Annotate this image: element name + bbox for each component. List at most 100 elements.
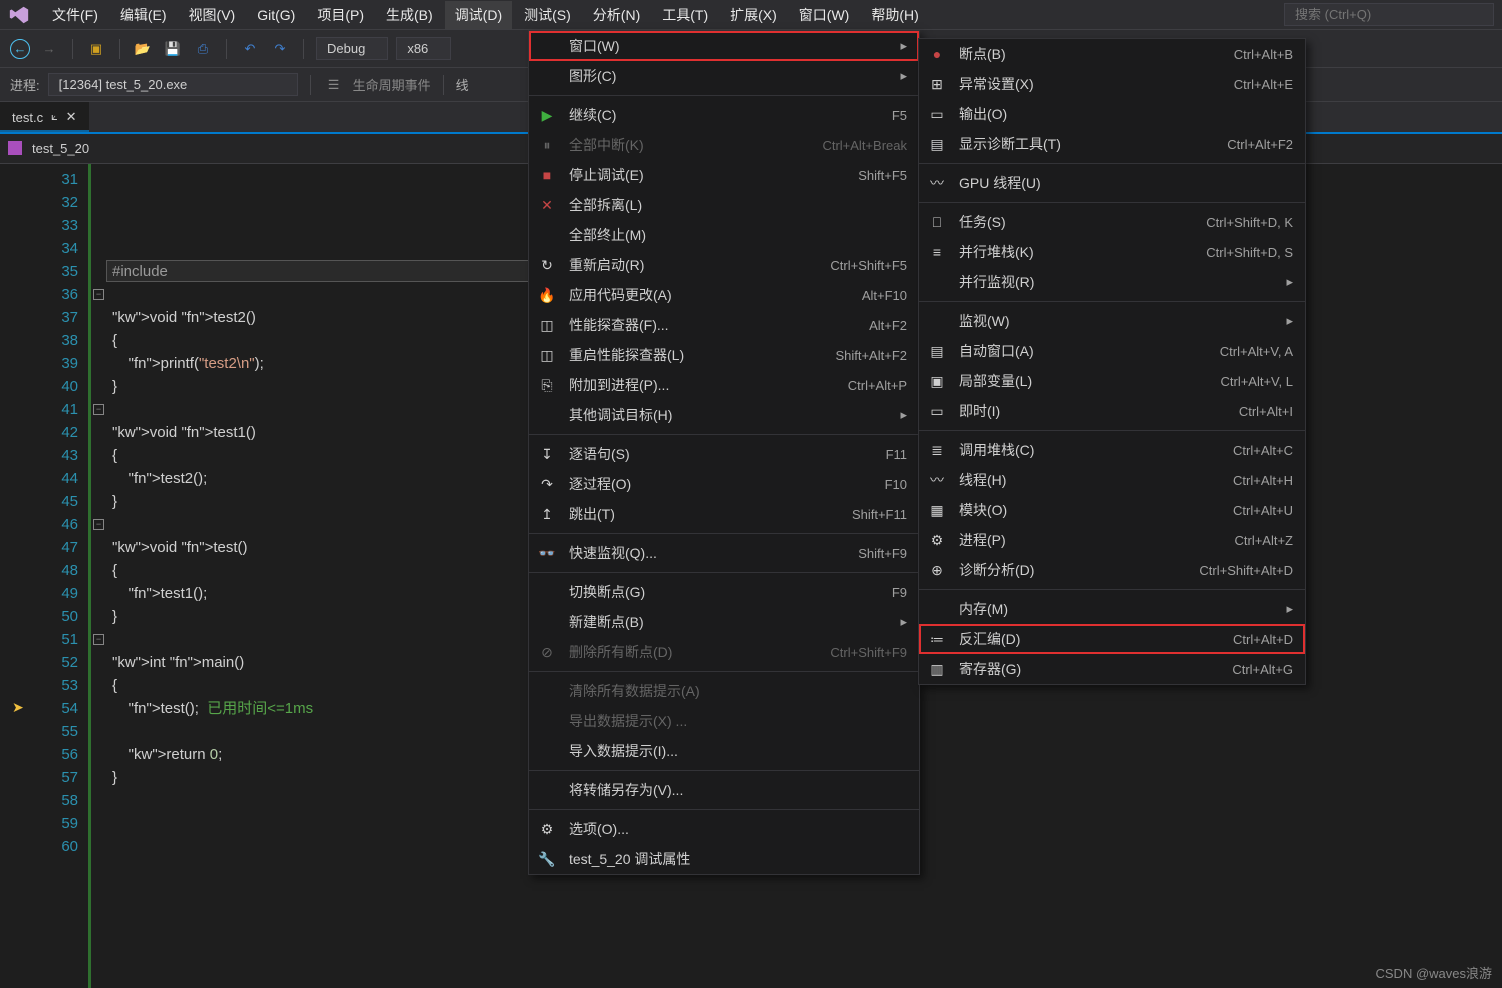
menu-item-新建断点b[interactable]: 新建断点(B)▸ (529, 607, 919, 637)
process-dropdown[interactable]: [12364] test_5_20.exe (48, 73, 298, 96)
menu-item-label: 反汇编(D) (959, 629, 1191, 649)
menu-item-模块o[interactable]: ▦模块(O)Ctrl+Alt+U (919, 495, 1305, 525)
menu-item-调用堆栈c[interactable]: ≣调用堆栈(C)Ctrl+Alt+C (919, 435, 1305, 465)
menu-item-icon: ↻ (537, 257, 557, 274)
menu-item-shortcut: Ctrl+Alt+V, L (1220, 374, 1293, 389)
menu-item-并行监视r[interactable]: 并行监视(R)▸ (919, 267, 1305, 297)
menu-item-icon: 👓 (537, 545, 557, 562)
fold-toggle[interactable]: − (93, 404, 104, 415)
menu-item-将转储另存为v[interactable]: 将转储另存为(V)... (529, 775, 919, 805)
menu-item-逐语句s[interactable]: ↧逐语句(S)F11 (529, 439, 919, 469)
menu-item-跳出t[interactable]: ↥跳出(T)Shift+F11 (529, 499, 919, 529)
menu-文件[interactable]: 文件(F) (42, 1, 108, 29)
menu-item-内存m[interactable]: 内存(M)▸ (919, 594, 1305, 624)
menu-item-局部变量l[interactable]: ▣局部变量(L)Ctrl+Alt+V, L (919, 366, 1305, 396)
menu-item-label: GPU 线程(U) (959, 173, 1293, 193)
menu-item-其他调试目标h[interactable]: 其他调试目标(H)▸ (529, 400, 919, 430)
menu-git[interactable]: Git(G) (247, 3, 305, 27)
save-icon[interactable]: 💾 (162, 38, 184, 60)
crumb-project[interactable]: test_5_20 (32, 141, 89, 156)
glyph-margin[interactable]: ➤ (0, 164, 40, 988)
menu-item-寄存器g[interactable]: ▥寄存器(G)Ctrl+Alt+G (919, 654, 1305, 684)
menu-item-icon: ▥ (927, 661, 947, 678)
menu-项目[interactable]: 项目(P) (307, 1, 374, 29)
open-icon[interactable]: 📂 (132, 38, 154, 60)
fold-toggle[interactable]: − (93, 634, 104, 645)
menu-item-icon: ◫ (537, 347, 557, 364)
new-project-icon[interactable]: ▣ (85, 38, 107, 60)
menu-item-重新启动r[interactable]: ↻重新启动(R)Ctrl+Shift+F5 (529, 250, 919, 280)
menu-工具[interactable]: 工具(T) (652, 1, 718, 29)
forward-icon[interactable]: → (38, 38, 60, 60)
menu-item-label: 线程(H) (959, 470, 1191, 490)
menu-测试[interactable]: 测试(S) (514, 1, 581, 29)
menu-item-输出o[interactable]: ▭输出(O) (919, 99, 1305, 129)
menu-生成[interactable]: 生成(B) (376, 1, 443, 29)
menu-item-icon: ⊞ (927, 76, 947, 93)
menu-item-即时i[interactable]: ▭即时(I)Ctrl+Alt+I (919, 396, 1305, 426)
search-input[interactable] (1284, 3, 1494, 26)
close-icon[interactable]: ✕ (66, 109, 77, 125)
menu-item-label: 全部拆离(L) (569, 195, 907, 215)
menu-item-线程h[interactable]: 〰线程(H)Ctrl+Alt+H (919, 465, 1305, 495)
menu-item-shortcut: Ctrl+Shift+Alt+D (1199, 563, 1293, 578)
menu-item-停止调试e[interactable]: ■停止调试(E)Shift+F5 (529, 160, 919, 190)
menu-编辑[interactable]: 编辑(E) (110, 1, 177, 29)
redo-icon[interactable]: ↷ (269, 38, 291, 60)
menu-item-自动窗口a[interactable]: ▤自动窗口(A)Ctrl+Alt+V, A (919, 336, 1305, 366)
menu-item-label: 窗口(W) (569, 36, 888, 56)
menu-item-全部拆离l[interactable]: ✕全部拆离(L) (529, 190, 919, 220)
menu-item-断点b[interactable]: ●断点(B)Ctrl+Alt+B (919, 39, 1305, 69)
menu-item-导入数据提示i[interactable]: 导入数据提示(I)... (529, 736, 919, 766)
menu-item-选项o[interactable]: ⚙选项(O)... (529, 814, 919, 844)
menu-item-shortcut: Ctrl+Alt+F2 (1227, 137, 1293, 152)
menu-视图[interactable]: 视图(V) (179, 1, 246, 29)
menu-item-icon: ≣ (927, 442, 947, 459)
menu-item-应用代码更改a[interactable]: 🔥应用代码更改(A)Alt+F10 (529, 280, 919, 310)
menu-item-label: 新建断点(B) (569, 612, 888, 632)
menu-item-label: test_5_20 调试属性 (569, 849, 907, 869)
menu-item-监视w[interactable]: 监视(W)▸ (919, 306, 1305, 336)
menu-item-性能探查器f[interactable]: ◫性能探查器(F)...Alt+F2 (529, 310, 919, 340)
menu-item-窗口w[interactable]: 窗口(W)▸ (529, 31, 919, 61)
menu-item-shortcut: F9 (892, 585, 907, 600)
tab-testc[interactable]: test.c ⟀ ✕ (0, 102, 89, 132)
menu-item-全部终止m[interactable]: 全部终止(M) (529, 220, 919, 250)
menu-item-异常设置x[interactable]: ⊞异常设置(X)Ctrl+Alt+E (919, 69, 1305, 99)
fold-gutter[interactable]: − − − − (88, 164, 106, 988)
menu-扩展[interactable]: 扩展(X) (720, 1, 787, 29)
config-dropdown[interactable]: Debug (316, 37, 388, 60)
menu-item-反汇编d[interactable]: ≔反汇编(D)Ctrl+Alt+D (919, 624, 1305, 654)
menu-item-label: 快速监视(Q)... (569, 543, 816, 563)
menu-item-shortcut: Ctrl+Alt+V, A (1220, 344, 1293, 359)
menu-item-图形c[interactable]: 图形(C)▸ (529, 61, 919, 91)
menu-item-gpu线程u[interactable]: 〰GPU 线程(U) (919, 168, 1305, 198)
menu-item-诊断分析d[interactable]: ⊕诊断分析(D)Ctrl+Shift+Alt+D (919, 555, 1305, 585)
menu-item-test_5_20调试属性[interactable]: 🔧test_5_20 调试属性 (529, 844, 919, 874)
save-all-icon[interactable]: ⎙ (192, 38, 214, 60)
menu-item-任务s[interactable]: ⎕任务(S)Ctrl+Shift+D, K (919, 207, 1305, 237)
menu-item-附加到进程p[interactable]: ⎘附加到进程(P)...Ctrl+Alt+P (529, 370, 919, 400)
fold-toggle[interactable]: − (93, 289, 104, 300)
fold-toggle[interactable]: − (93, 519, 104, 530)
menu-item-shortcut: Shift+F5 (858, 168, 907, 183)
menu-item-快速监视q[interactable]: 👓快速监视(Q)...Shift+F9 (529, 538, 919, 568)
lifecycle-icon[interactable]: ☰ (323, 74, 345, 96)
menu-item-切换断点g[interactable]: 切换断点(G)F9 (529, 577, 919, 607)
pin-icon[interactable]: ⟀ (51, 111, 58, 124)
submenu-arrow-icon: ▸ (1286, 313, 1293, 329)
menu-item-进程p[interactable]: ⚙进程(P)Ctrl+Alt+Z (919, 525, 1305, 555)
menu-item-重启性能探查器l[interactable]: ◫重启性能探查器(L)Shift+Alt+F2 (529, 340, 919, 370)
menu-item-shortcut: Ctrl+Alt+C (1233, 443, 1293, 458)
menu-item-继续c[interactable]: ▶继续(C)F5 (529, 100, 919, 130)
menu-item-逐过程o[interactable]: ↷逐过程(O)F10 (529, 469, 919, 499)
platform-dropdown[interactable]: x86 (396, 37, 451, 60)
menu-调试[interactable]: 调试(D) (445, 1, 512, 29)
menu-分析[interactable]: 分析(N) (583, 1, 650, 29)
menu-item-显示诊断工具t[interactable]: ▤显示诊断工具(T)Ctrl+Alt+F2 (919, 129, 1305, 159)
menu-窗口[interactable]: 窗口(W) (789, 1, 860, 29)
back-icon[interactable]: ← (10, 39, 30, 59)
menu-帮助[interactable]: 帮助(H) (861, 1, 928, 29)
menu-item-并行堆栈k[interactable]: ≡并行堆栈(K)Ctrl+Shift+D, S (919, 237, 1305, 267)
undo-icon[interactable]: ↶ (239, 38, 261, 60)
